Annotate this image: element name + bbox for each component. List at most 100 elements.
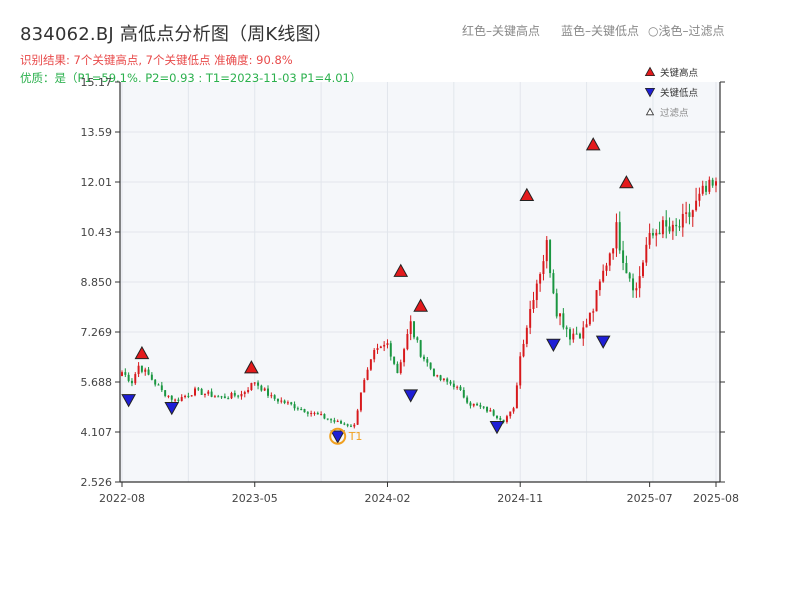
candle-body xyxy=(409,321,412,334)
candle-body xyxy=(675,224,678,227)
candle-body xyxy=(489,410,492,412)
candle-body xyxy=(260,385,263,391)
candle-body xyxy=(257,382,260,386)
candle-body xyxy=(340,421,343,424)
candle-body xyxy=(572,333,575,340)
x-tick-label: 2022-08 xyxy=(99,492,145,505)
candle-body xyxy=(509,411,512,417)
candle-body xyxy=(353,424,356,427)
candle-body xyxy=(452,383,455,388)
candle-body xyxy=(320,414,323,416)
candle-body xyxy=(492,410,495,416)
candle-body xyxy=(276,398,279,402)
candle-body xyxy=(144,369,147,372)
candle-body xyxy=(207,391,210,394)
candle-body xyxy=(562,313,565,328)
candle-body xyxy=(628,273,631,279)
candle-body xyxy=(399,362,402,374)
candle-body xyxy=(701,185,704,194)
candle-body xyxy=(230,393,233,399)
candle-body xyxy=(618,222,621,251)
candle xyxy=(642,260,644,279)
candle-body xyxy=(303,409,306,413)
candle-body xyxy=(661,220,664,235)
candle-body xyxy=(296,408,299,410)
candle-body xyxy=(632,278,635,291)
candle-body xyxy=(635,288,638,291)
candle-body xyxy=(678,226,681,228)
candle xyxy=(419,339,422,358)
candle-body xyxy=(283,400,286,404)
candle-body xyxy=(645,244,648,263)
candle-body xyxy=(479,405,482,407)
candle-body xyxy=(462,389,465,398)
candle xyxy=(356,408,359,426)
candle-body xyxy=(622,250,625,263)
candle-body xyxy=(575,333,578,335)
candle-body xyxy=(167,395,170,397)
x-tick-label: 2025-07 xyxy=(627,492,673,505)
candle-body xyxy=(379,346,382,349)
candle-body xyxy=(705,185,708,192)
candle xyxy=(588,312,591,326)
candle-body xyxy=(459,386,462,390)
candle-body xyxy=(708,179,711,192)
candle-body xyxy=(316,412,319,415)
candle-body xyxy=(608,253,611,266)
candle-body xyxy=(668,226,671,232)
candle xyxy=(515,382,518,409)
candle xyxy=(393,356,396,366)
candle-body xyxy=(466,397,469,403)
candle-body xyxy=(366,369,369,380)
candle-body xyxy=(681,213,684,228)
x-tick-label: 2023-05 xyxy=(232,492,278,505)
candle-body xyxy=(346,424,349,426)
candle-body xyxy=(247,390,250,393)
candle-body xyxy=(469,402,472,406)
candle-body xyxy=(695,200,698,211)
candle-body xyxy=(651,232,654,236)
candle-body xyxy=(293,404,296,409)
candle-body xyxy=(642,262,644,277)
candle-body xyxy=(529,309,532,328)
candle xyxy=(552,269,555,295)
candle-body xyxy=(270,395,273,397)
candle-body xyxy=(525,327,528,344)
candle-body xyxy=(349,425,352,427)
candle-body xyxy=(333,420,336,422)
candle-body xyxy=(715,181,717,186)
y-tick-label: 4.107 xyxy=(81,426,113,439)
candle-body xyxy=(406,333,409,350)
candle-body xyxy=(164,390,167,396)
y-tick-label: 5.688 xyxy=(81,376,113,389)
candle-body xyxy=(184,395,187,398)
candle-body xyxy=(336,421,339,423)
candle-body xyxy=(227,398,230,400)
candle-body xyxy=(267,388,270,396)
candle-body xyxy=(253,382,256,384)
candle-body xyxy=(568,329,571,340)
candle-body xyxy=(323,414,326,419)
candle-body xyxy=(605,265,608,271)
candle-body xyxy=(638,276,641,289)
candle-body xyxy=(203,393,206,395)
y-tick-label: 13.59 xyxy=(81,126,113,139)
candle-body xyxy=(585,324,588,328)
candle-body xyxy=(197,388,200,390)
candle-body xyxy=(300,409,303,411)
candle xyxy=(303,408,306,413)
candle xyxy=(369,358,372,372)
candle-body xyxy=(200,389,203,395)
candle-body xyxy=(177,399,180,401)
candle-body xyxy=(665,220,668,227)
y-tick-label: 10.43 xyxy=(81,226,113,239)
candlestick-chart: T1 15.17 13.59 12.01 10.43 8.850 7.269 5.688 4.… xyxy=(81,66,739,505)
candle-body xyxy=(515,385,518,409)
y-tick-label: 15.17 xyxy=(81,76,113,89)
candle-body xyxy=(121,372,123,376)
candle-body xyxy=(436,375,439,377)
candle-body xyxy=(240,393,243,397)
x-tick-label: 2025-08 xyxy=(693,492,739,505)
candle-body xyxy=(688,212,691,217)
candle-body xyxy=(416,337,419,341)
